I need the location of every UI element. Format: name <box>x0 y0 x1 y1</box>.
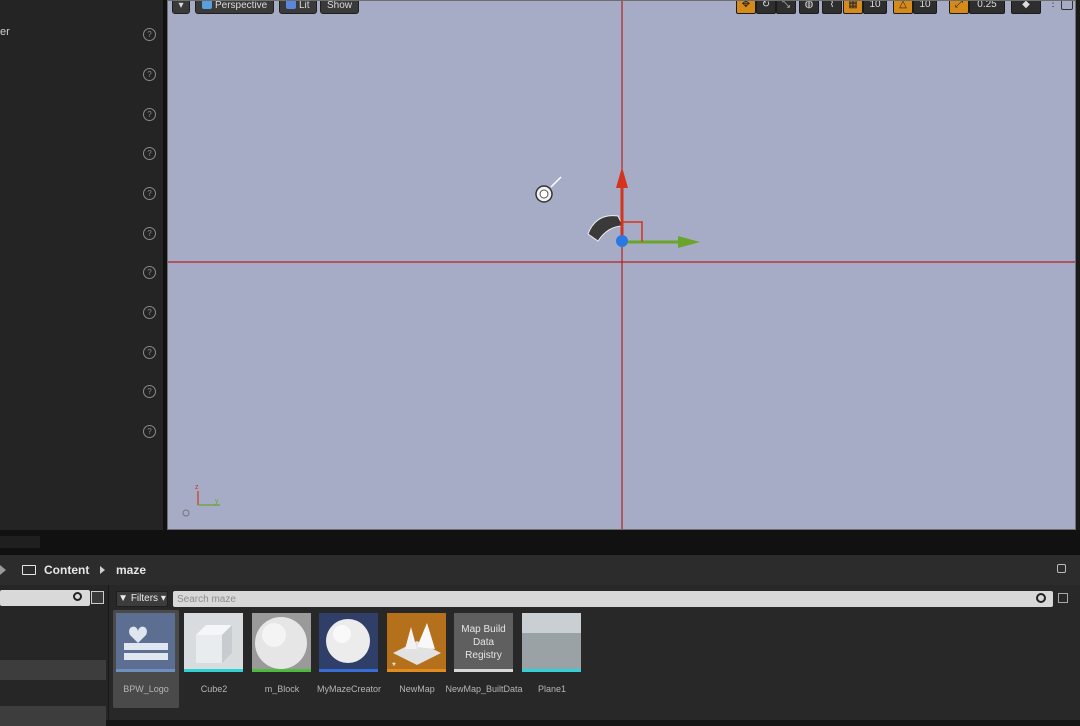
widget-blueprint-thumbnail <box>116 613 175 672</box>
camera-speed-icon[interactable]: ◆ <box>1011 1 1041 14</box>
lit-sphere-icon <box>286 1 296 9</box>
asset-type-stripe <box>116 669 175 672</box>
grid-snap-value[interactable]: 10 <box>863 1 887 14</box>
map-build-data-thumbnail: Map Build Data Registry <box>454 613 513 672</box>
help-icon[interactable]: ? <box>143 147 156 160</box>
filters-button[interactable]: ▼ Filters ▾ <box>116 591 168 607</box>
search-icon[interactable] <box>1036 593 1046 603</box>
svg-text:z: z <box>195 484 199 491</box>
maximize-viewport-icon[interactable] <box>1061 1 1073 10</box>
show-button[interactable]: Show <box>320 1 360 14</box>
scale-snap-icon[interactable]: ⤢ <box>949 1 969 14</box>
asset-type-stripe <box>184 669 243 672</box>
breadcrumb-content[interactable]: Content <box>44 563 89 577</box>
rotation-snap-value[interactable]: 10 <box>913 1 937 14</box>
asset-tile-cube2[interactable]: Cube2 <box>181 610 247 708</box>
search-icon[interactable] <box>73 592 82 601</box>
world-space-icon[interactable]: ◍ <box>799 1 819 14</box>
asset-tile-mymazecreator[interactable]: MyMazeCreator <box>316 610 382 708</box>
material-thumbnail <box>252 613 311 672</box>
level-thumbnail: * <box>387 613 446 672</box>
viewport-scene: z y <box>168 1 1075 529</box>
scale-tool-icon[interactable]: ⤡ <box>776 1 796 14</box>
view-options-icon[interactable] <box>91 591 104 604</box>
surface-snap-icon[interactable]: ⌇ <box>822 1 842 14</box>
asset-name: Plane1 <box>537 684 567 694</box>
forward-arrow-icon[interactable] <box>0 565 6 575</box>
viewport-border <box>1076 0 1080 530</box>
help-icon[interactable]: ? <box>143 187 156 200</box>
folder-tree-row[interactable] <box>0 706 106 726</box>
translate-gizmo <box>616 167 700 248</box>
static-mesh-thumbnail <box>522 613 581 672</box>
asset-search-input[interactable] <box>173 591 1053 607</box>
help-icon[interactable]: ? <box>143 68 156 81</box>
asset-tile-newmap[interactable]: * NewMap <box>384 610 450 708</box>
scale-snap-value[interactable]: 0.25 <box>969 1 1005 14</box>
asset-tile-plane1[interactable]: Plane1 <box>519 610 585 708</box>
static-mesh-thumbnail <box>184 613 243 672</box>
grid-snap-icon[interactable]: ▦ <box>843 1 863 14</box>
truncated-property-label: er <box>0 26 10 38</box>
breadcrumb-chevron-icon[interactable] <box>100 566 105 574</box>
point-light-icon <box>535 176 562 203</box>
asset-tile-newmap-builtdata[interactable]: Map Build Data Registry NewMap_BuiltData <box>445 610 523 708</box>
save-search-icon[interactable] <box>1058 593 1068 603</box>
help-icon[interactable]: ? <box>143 266 156 279</box>
help-icon[interactable]: ? <box>143 28 156 41</box>
viewport-options-button[interactable]: ▾ <box>172 1 190 14</box>
asset-type-stripe <box>252 669 311 672</box>
details-panel: er ? ? ? ? ? ? ? ? ? ? ? <box>0 0 163 530</box>
folder-icon <box>22 565 36 575</box>
rotation-snap-icon[interactable]: △ <box>893 1 913 14</box>
asset-type-stripe <box>454 669 513 672</box>
path-bar <box>0 555 1080 585</box>
asset-type-stripe <box>319 669 378 672</box>
asset-type-stripe <box>387 669 446 672</box>
asset-tile-m-block[interactable]: m_Block <box>249 610 315 708</box>
help-icon[interactable]: ? <box>143 425 156 438</box>
folder-tree-row[interactable] <box>0 660 106 680</box>
help-icon[interactable]: ? <box>143 385 156 398</box>
options-chevron-icon[interactable]: ⋮ <box>1046 1 1060 14</box>
translate-tool-icon[interactable]: ✥ <box>736 1 756 14</box>
rotate-tool-icon[interactable]: ↻ <box>756 1 776 14</box>
help-icon[interactable]: ? <box>143 306 156 319</box>
blueprint-thumbnail <box>319 613 378 672</box>
svg-text:y: y <box>215 498 219 505</box>
asset-type-stripe <box>522 669 581 672</box>
panel-separator <box>0 530 1080 555</box>
perspective-button[interactable]: Perspective <box>195 1 275 14</box>
breadcrumb-maze[interactable]: maze <box>116 563 146 577</box>
asset-tile-bpw-logo[interactable]: BPW_Logo <box>113 610 179 708</box>
perspective-icon <box>202 1 212 9</box>
tab-strip <box>0 536 40 548</box>
help-icon[interactable]: ? <box>143 346 156 359</box>
view-mode-lit-button[interactable]: Lit <box>279 1 317 14</box>
axis-indicator: z y <box>182 484 220 517</box>
help-icon[interactable]: ? <box>143 108 156 121</box>
level-viewport[interactable]: z y ▾ Perspective Lit Show ✥ ↻ ⤡ ◍ ⌇ ▦ 1… <box>167 0 1076 530</box>
lock-icon[interactable] <box>1057 564 1066 573</box>
help-icon[interactable]: ? <box>143 227 156 240</box>
